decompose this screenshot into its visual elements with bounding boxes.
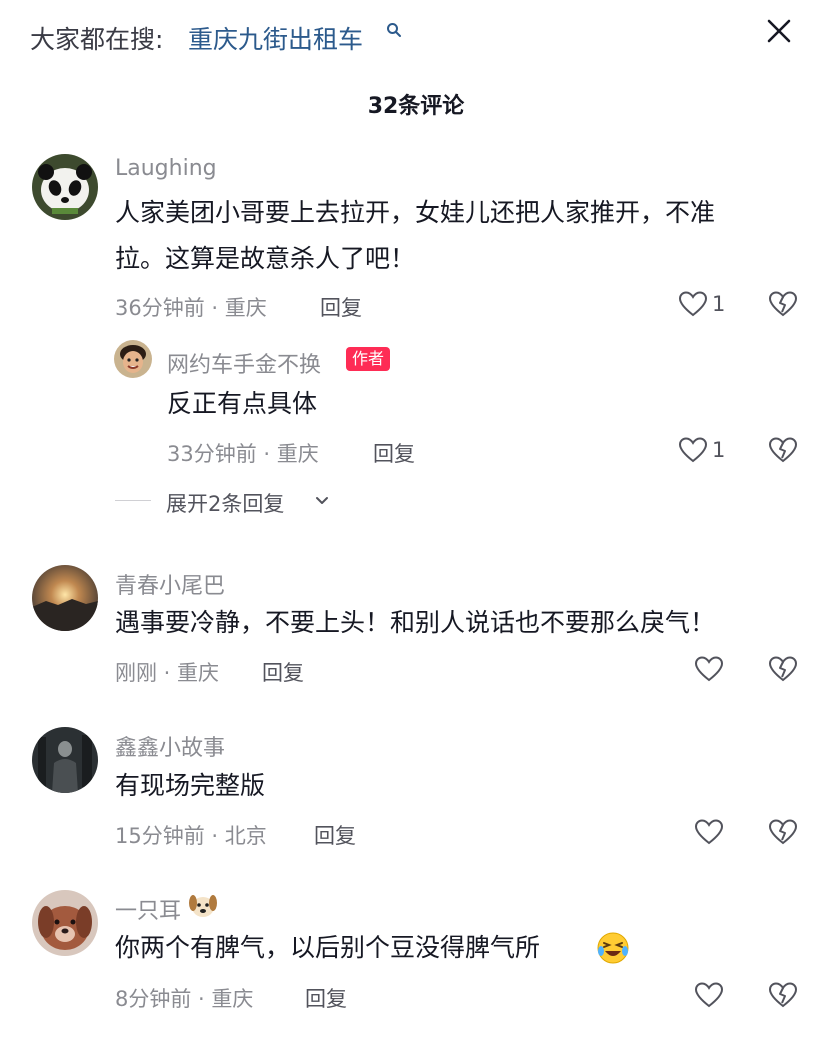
search-icon[interactable] <box>386 22 402 38</box>
reply-username[interactable]: 网约车手金不换 <box>167 347 321 379</box>
comment-text: 有现场完整版 <box>115 771 266 800</box>
heart-outline-icon[interactable] <box>694 818 724 846</box>
expand-replies-button[interactable]: 展开2条回复 <box>166 488 284 518</box>
like-count: 1 <box>712 292 726 316</box>
dog-face-icon <box>189 895 217 917</box>
expand-divider <box>115 500 151 501</box>
avatar[interactable] <box>32 154 98 220</box>
rofl-emoji-icon <box>597 932 629 964</box>
comment-count-title: 32条评论 <box>367 94 465 119</box>
comment-username[interactable]: 鑫鑫小故事 <box>115 730 225 762</box>
comment-text: 遇事要冷静，不要上头！和别人说话也不要那么戾气！ <box>115 608 716 637</box>
reply-meta: 33分钟前 · 重庆 <box>167 442 319 466</box>
broken-heart-icon[interactable] <box>768 654 798 684</box>
reply-button[interactable]: 回复 <box>320 292 362 322</box>
search-suggestion-link[interactable]: 重庆九街出租车 <box>188 20 363 56</box>
broken-heart-icon[interactable] <box>768 435 798 465</box>
comment-meta: 8分钟前 · 重庆 <box>115 987 254 1011</box>
broken-heart-icon[interactable] <box>768 980 798 1010</box>
broken-heart-icon[interactable] <box>768 817 798 847</box>
heart-outline-icon[interactable] <box>678 290 708 318</box>
avatar[interactable] <box>114 340 152 378</box>
close-icon[interactable] <box>762 14 796 48</box>
chevron-down-icon[interactable] <box>314 494 330 508</box>
comment-meta: 36分钟前 · 重庆 <box>115 296 267 320</box>
top-bar: 大家都在搜: 重庆九街出租车 <box>0 0 832 76</box>
comment-text: 你两个有脾气，以后别个豆没得脾气所 <box>115 933 541 962</box>
author-badge: 作者 <box>346 347 391 371</box>
avatar[interactable] <box>32 565 98 631</box>
comment-username[interactable]: Laughing <box>115 156 217 181</box>
reply-button[interactable]: 回复 <box>314 820 356 850</box>
comment-username[interactable]: 青春小尾巴 <box>115 568 225 600</box>
comment-username[interactable]: 一只耳 <box>115 893 181 925</box>
search-prefix: 大家都在搜: <box>30 25 164 54</box>
comment-meta: 刚刚 · 重庆 <box>115 661 220 685</box>
reply-text: 反正有点具体 <box>167 389 318 418</box>
heart-outline-icon[interactable] <box>694 981 724 1009</box>
heart-outline-icon[interactable] <box>678 436 708 464</box>
comment-text: 人家美团小哥要上去拉开，女娃儿还把人家推开，不准 <box>115 198 716 227</box>
like-count: 1 <box>712 438 726 462</box>
reply-button[interactable]: 回复 <box>305 983 347 1013</box>
reply-button[interactable]: 回复 <box>373 438 415 468</box>
avatar[interactable] <box>32 890 98 956</box>
reply-button[interactable]: 回复 <box>262 657 304 687</box>
avatar[interactable] <box>32 727 98 793</box>
broken-heart-icon[interactable] <box>768 289 798 319</box>
comment-text: 拉。这算是故意杀人了吧！ <box>115 244 416 273</box>
comment-meta: 15分钟前 · 北京 <box>115 824 267 848</box>
heart-outline-icon[interactable] <box>694 655 724 683</box>
